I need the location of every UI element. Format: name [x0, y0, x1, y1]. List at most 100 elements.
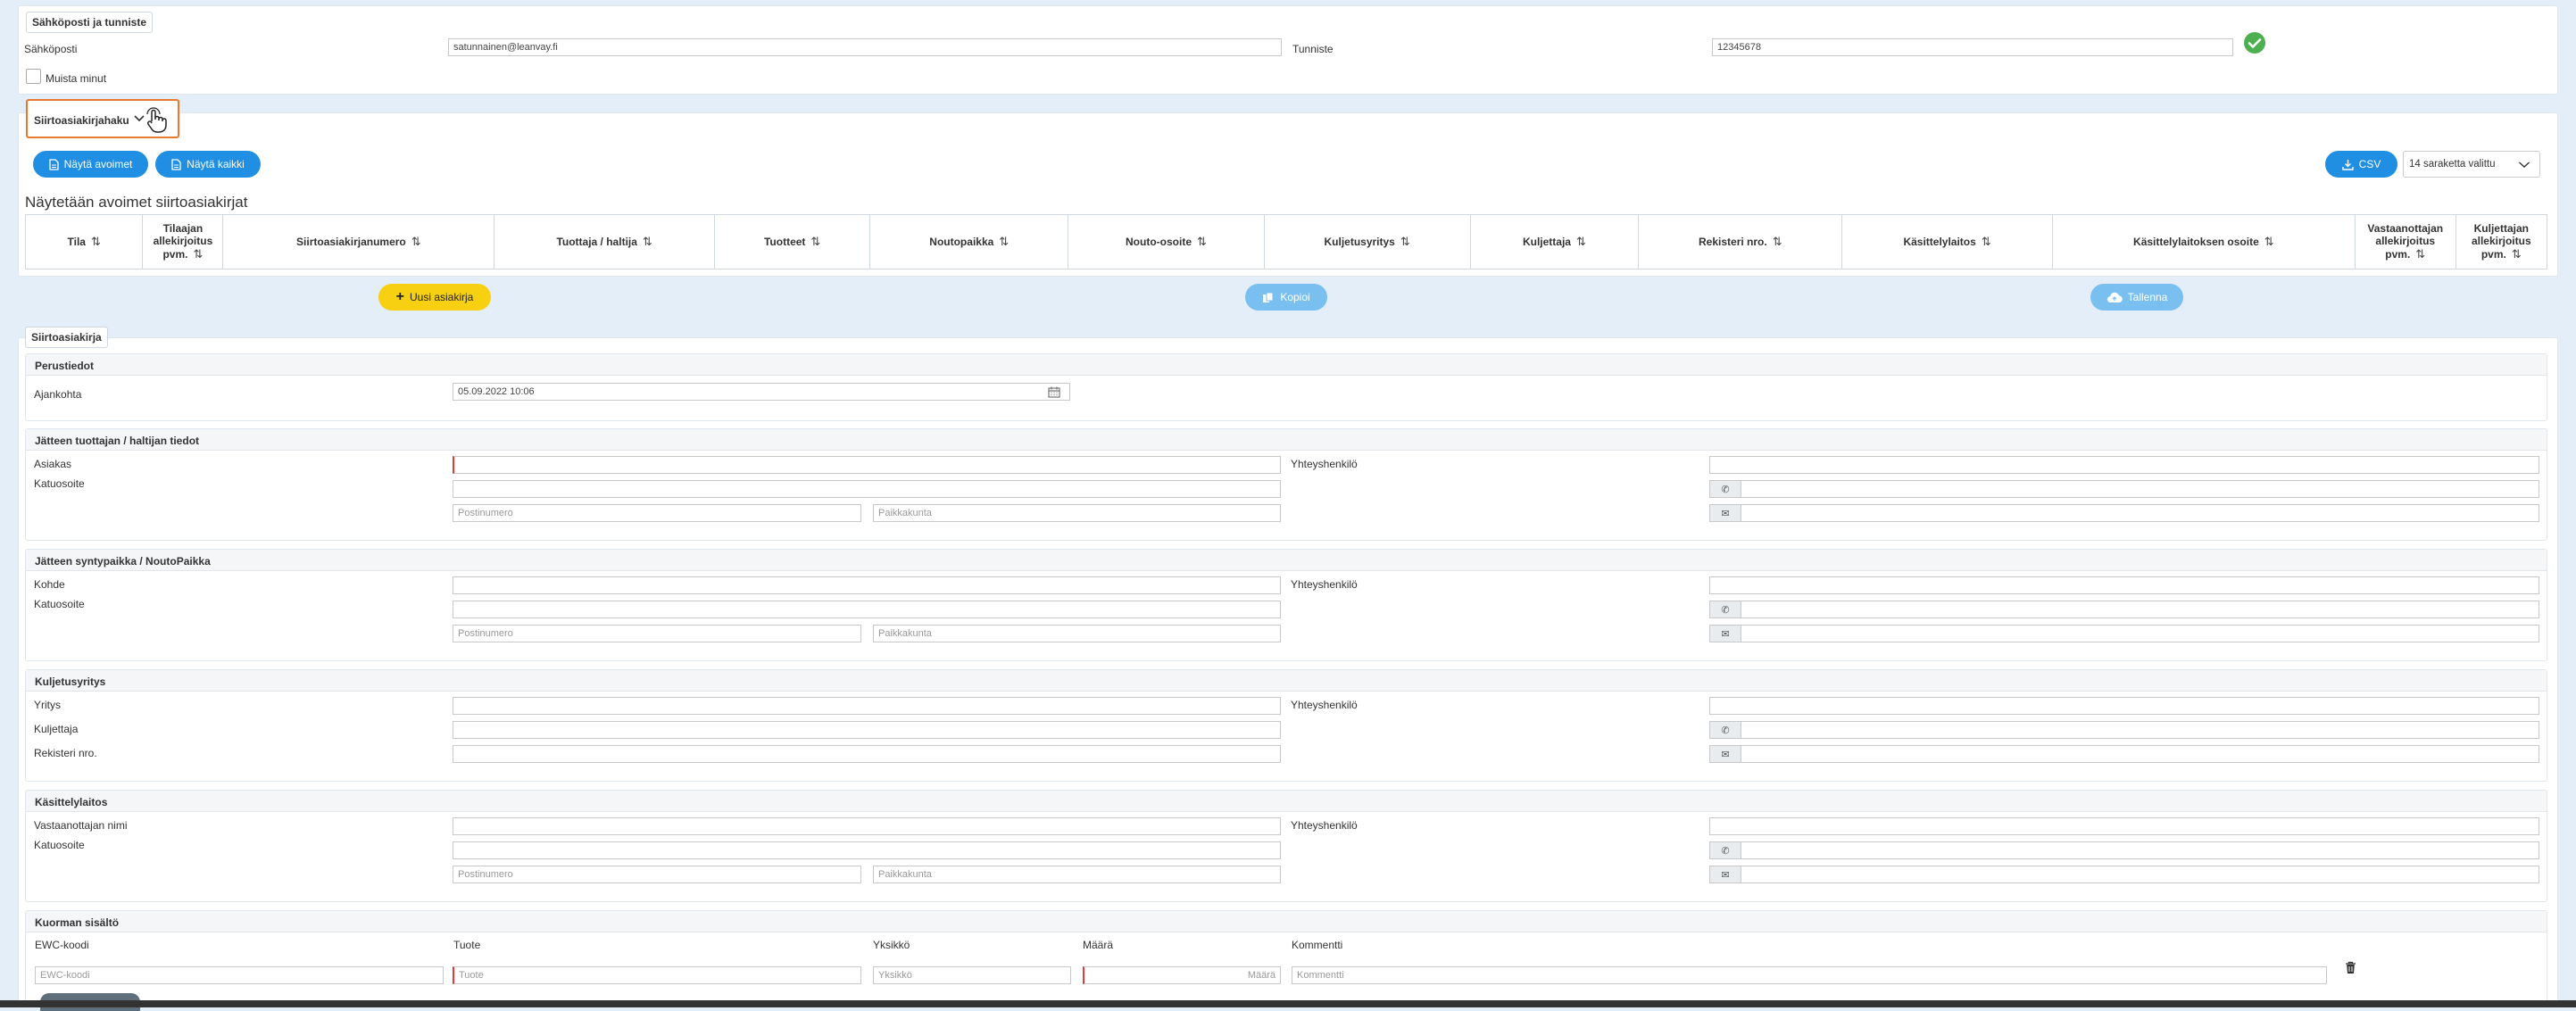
load-title: Kuorman sisältö — [26, 911, 2547, 932]
sort-icon: ⇅ — [90, 235, 101, 248]
contact-email-field[interactable] — [1741, 745, 2539, 763]
calendar-icon[interactable] — [1048, 386, 1060, 398]
contact-label: Yhteyshenkilö — [1291, 819, 1358, 832]
cloud-upload-icon — [2107, 292, 2123, 302]
new-document-button[interactable]: + Uusi asiakirja — [378, 284, 491, 311]
contact-email-field[interactable] — [1741, 504, 2539, 522]
bottom-bar — [0, 1000, 2576, 1007]
copy-button[interactable]: Kopioi — [1245, 284, 1327, 311]
phone-icon: ✆ — [1709, 480, 1741, 498]
basic-info-section: Perustiedot Ajankohta 05.09.2022 10:06 — [25, 353, 2547, 421]
contact-name-field[interactable] — [1709, 456, 2539, 474]
account-legend: Sähköposti ja tunniste — [26, 12, 154, 33]
column-header[interactable]: Tuottaja / haltija ⇅ — [494, 214, 716, 269]
sort-icon: ⇅ — [1981, 235, 1991, 248]
csv-export-button[interactable]: CSV — [2325, 151, 2397, 178]
column-header[interactable]: Rekisteri nro. ⇅ — [1638, 214, 1843, 269]
ewc-code-field[interactable]: EWC-koodi — [35, 966, 444, 984]
hand-cursor-icon — [146, 107, 167, 133]
site-field[interactable] — [453, 576, 1281, 594]
carrier-title: Kuljetusyritys — [26, 670, 2547, 692]
remember-checkbox[interactable] — [26, 69, 41, 84]
plus-icon: + — [395, 289, 404, 304]
column-header[interactable]: Nouto-osoite ⇅ — [1068, 214, 1265, 269]
postal-code-field[interactable]: Postinumero — [453, 866, 861, 883]
contact-phone-field[interactable] — [1741, 601, 2539, 618]
results-heading: Näytetään avoimet siirtoasiakirjat — [25, 194, 248, 211]
table-header-row: Tila ⇅ Tilaajan allekirjoitus pvm. ⇅ Siirt… — [24, 214, 2548, 269]
comment-field[interactable]: Kommentti — [1292, 966, 2327, 984]
contact-name-field[interactable] — [1709, 697, 2539, 715]
contact-name-field[interactable] — [1709, 576, 2539, 594]
column-header[interactable]: Tila ⇅ — [24, 214, 144, 269]
basic-info-title: Perustiedot — [26, 354, 2547, 376]
sort-icon: ⇅ — [1772, 235, 1782, 248]
contact-email-field[interactable] — [1741, 625, 2539, 642]
driver-field[interactable] — [453, 721, 1281, 739]
facility-section: Käsittelylaitos Vastaanottajan nimi Katu… — [25, 790, 2547, 902]
column-header[interactable]: Kuljettajan allekirjoitus pvm. ⇅ — [2455, 214, 2548, 269]
contact-phone-field[interactable] — [1741, 841, 2539, 859]
sort-icon: ⇅ — [193, 247, 204, 261]
email-field[interactable]: satunnainen@leanvay.fi — [448, 38, 1282, 56]
column-header[interactable]: Käsittelylaitoksen osoite ⇅ — [2051, 214, 2356, 269]
column-header[interactable]: Siirtoasiakirjanumero ⇅ — [222, 214, 495, 269]
product-label: Tuote — [453, 939, 481, 951]
contact-label: Yhteyshenkilö — [1291, 458, 1358, 470]
street-label: Katuosoite — [34, 477, 85, 490]
column-header[interactable]: Kuljetusyritys ⇅ — [1263, 214, 1471, 269]
ewc-label: EWC-koodi — [35, 939, 89, 951]
document-icon — [48, 158, 59, 170]
city-field[interactable]: Paikkakunta — [873, 866, 1281, 883]
sort-icon: ⇅ — [1197, 235, 1207, 248]
search-legend-toggle[interactable]: Siirtoasiakirjahaku — [26, 99, 179, 138]
street-field[interactable] — [453, 841, 1281, 859]
phone-icon: ✆ — [1709, 601, 1741, 618]
email-label: Sähköposti — [24, 43, 78, 55]
trash-icon[interactable] — [2345, 961, 2356, 974]
street-field[interactable] — [453, 480, 1281, 498]
column-header[interactable]: Tuotteet ⇅ — [714, 214, 871, 269]
contact-email-field[interactable] — [1741, 866, 2539, 883]
save-button[interactable]: Tallenna — [2090, 284, 2183, 311]
column-header[interactable]: Käsittelylaitos ⇅ — [1841, 214, 2053, 269]
column-header[interactable]: Vastaanottajan allekirjoitus pvm. ⇅ — [2354, 214, 2456, 269]
company-label: Yritys — [34, 699, 61, 711]
contact-name-field[interactable] — [1709, 817, 2539, 835]
envelope-icon: ✉ — [1709, 866, 1741, 883]
copy-label: Kopioi — [1280, 291, 1310, 303]
column-header[interactable]: Tilaajan allekirjoitus pvm. ⇅ — [142, 214, 224, 269]
customer-field[interactable] — [453, 456, 1281, 474]
time-label: Ajankohta — [34, 388, 82, 401]
product-field[interactable]: Tuote — [453, 966, 861, 984]
sort-icon: ⇅ — [2511, 247, 2522, 261]
producer-title: Jätteen tuottajan / haltijan tiedot — [26, 429, 2547, 451]
show-all-button[interactable]: Näytä kaikki — [155, 151, 261, 178]
contact-phone-field[interactable] — [1741, 721, 2539, 739]
receiver-field[interactable] — [453, 817, 1281, 835]
id-field[interactable]: 12345678 — [1712, 38, 2233, 56]
registration-field[interactable] — [453, 745, 1281, 763]
show-open-button[interactable]: Näytä avoimet — [33, 151, 148, 178]
street-field[interactable] — [453, 601, 1281, 618]
time-field[interactable]: 05.09.2022 10:06 — [453, 383, 1070, 401]
document-legend: Siirtoasiakirja — [25, 327, 108, 348]
sort-icon: ⇅ — [1400, 235, 1410, 248]
columns-select[interactable]: 14 saraketta valittu — [2403, 151, 2540, 178]
remember-label: Muista minut — [46, 72, 107, 85]
contact-phone-field[interactable] — [1741, 480, 2539, 498]
company-field[interactable] — [453, 697, 1281, 715]
customer-label: Asiakas — [34, 458, 72, 470]
quantity-field[interactable]: Määrä — [1083, 966, 1281, 984]
city-field[interactable]: Paikkakunta — [873, 625, 1281, 642]
column-header[interactable]: Kuljettaja ⇅ — [1469, 214, 1640, 269]
sort-icon: ⇅ — [2415, 247, 2426, 261]
receiver-label: Vastaanottajan nimi — [34, 819, 128, 832]
column-header[interactable]: Noutopaikka ⇅ — [869, 214, 1069, 269]
unit-field[interactable]: Yksikkö — [873, 966, 1071, 984]
city-field[interactable]: Paikkakunta — [873, 504, 1281, 522]
postal-code-field[interactable]: Postinumero — [453, 625, 861, 642]
id-label: Tunniste — [1292, 43, 1334, 55]
street-label: Katuosoite — [34, 598, 85, 610]
postal-code-field[interactable]: Postinumero — [453, 504, 861, 522]
